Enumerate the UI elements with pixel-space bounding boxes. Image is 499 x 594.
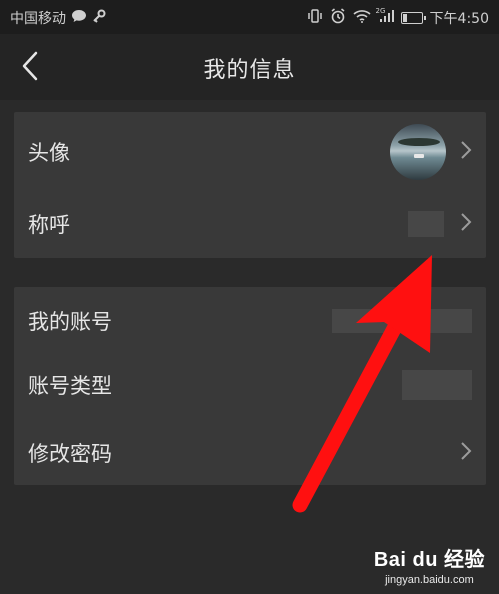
nickname-value-blurred (408, 211, 444, 237)
battery-fill (402, 14, 407, 22)
vibrate-icon (307, 9, 323, 27)
account-type-row: 账号类型 (14, 353, 486, 417)
key-icon (92, 9, 106, 27)
chevron-right-icon (460, 441, 472, 465)
carrier-name: 中国移动 (10, 11, 66, 27)
wifi-icon (353, 9, 371, 27)
avatar-island (398, 138, 440, 146)
network-badge: 2G (375, 7, 386, 15)
account-row: 我的账号 (14, 289, 486, 353)
account-card: 我的账号 账号类型 修改密码 (14, 287, 486, 485)
avatar-row[interactable]: 头像 (14, 120, 486, 184)
chat-bubble-icon (71, 9, 87, 27)
account-type-value-blurred (402, 370, 472, 400)
account-type-label: 账号类型 (28, 374, 112, 398)
status-bar: 中国移动 2G 下午4:50 (0, 0, 499, 34)
avatar-boat (414, 154, 424, 158)
status-right: 2G 下午4:50 (307, 7, 489, 28)
profile-card: 头像 称呼 (14, 112, 486, 258)
account-value-blurred (332, 308, 472, 334)
status-left: 中国移动 (10, 8, 106, 28)
watermark: Bai du 经验 jingyan.baidu.com (374, 543, 485, 586)
avatar-label: 头像 (28, 141, 70, 165)
battery-icon (400, 12, 426, 24)
title-bar: 我的信息 (0, 34, 499, 100)
nickname-row[interactable]: 称呼 (14, 192, 486, 256)
clock-time: 下午4:50 (429, 11, 489, 27)
page-title: 我的信息 (203, 58, 296, 83)
watermark-logo: Bai du 经验 (373, 549, 485, 571)
alarm-icon (330, 8, 346, 28)
chevron-right-icon (460, 212, 472, 236)
account-label: 我的账号 (28, 310, 112, 334)
change-password-label: 修改密码 (28, 442, 112, 466)
nickname-label: 称呼 (28, 213, 70, 237)
watermark-url: jingyan.baidu.com (385, 574, 474, 586)
signal-icon: 2G (376, 7, 394, 27)
avatar (390, 124, 446, 180)
chevron-right-icon (460, 140, 472, 164)
change-password-row[interactable]: 修改密码 (14, 421, 486, 485)
